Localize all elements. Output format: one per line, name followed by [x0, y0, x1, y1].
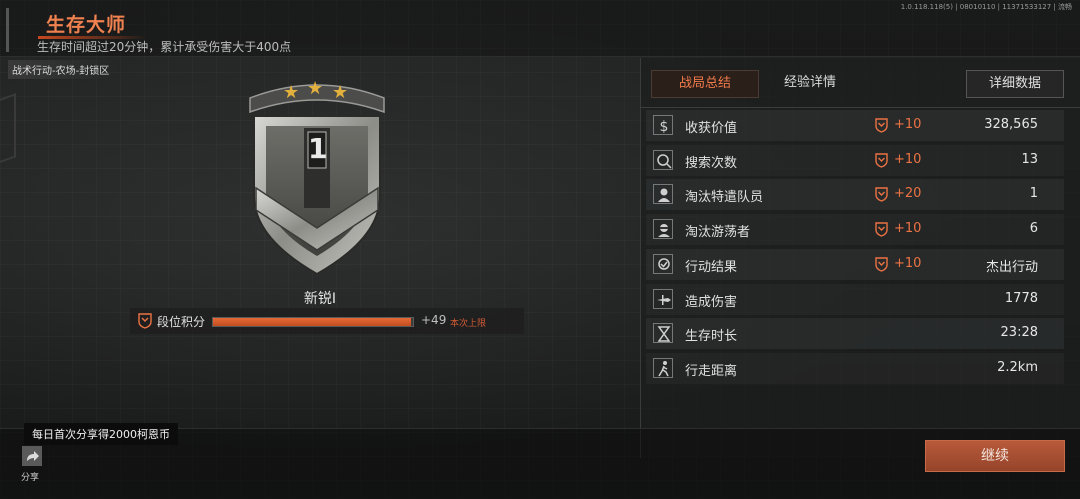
- operator-icon: [653, 184, 673, 205]
- search-icon: [653, 149, 673, 170]
- stat-row: 行动结果 +10 杰出行动: [646, 248, 1064, 280]
- stat-value: 1: [1029, 186, 1038, 202]
- rank-cap-note: 本次上限: [450, 319, 487, 329]
- decorative-bracket: [0, 93, 16, 163]
- stat-row: 淘汰游荡者 +10 6: [646, 214, 1064, 246]
- walking-icon: [653, 357, 673, 378]
- bonus-shield-icon: [875, 187, 888, 203]
- stat-row: 淘汰特遣队员 +20 1: [646, 179, 1064, 211]
- stat-row: 生存时长 23:28: [646, 318, 1064, 350]
- bonus-shield-icon: [875, 257, 888, 272]
- tabs-divider: [640, 107, 1080, 108]
- stat-bonus: +10: [894, 221, 922, 237]
- achievement-description: 生存时间超过20分钟，累计承受伤害大于400点: [37, 40, 292, 54]
- stat-label: 淘汰游荡者: [685, 225, 751, 241]
- share-reward-tip: 每日首次分享得2000柯恩币: [24, 423, 178, 445]
- rank-badge-number: 1: [308, 132, 328, 165]
- stat-row: 造成伤害 1778: [646, 283, 1064, 315]
- rank-name: 新锐I: [303, 291, 337, 307]
- hourglass-icon: [653, 323, 673, 344]
- tab-experience[interactable]: 经验详情: [760, 70, 860, 96]
- rank-progress-fill: [213, 318, 411, 326]
- stat-bonus: +10: [894, 255, 922, 271]
- rank-points-icon: [138, 313, 152, 329]
- achievement-title: 生存大师: [46, 14, 127, 36]
- bandit-icon: [653, 219, 673, 240]
- stat-value: 23:28: [1000, 325, 1038, 341]
- stat-label: 行动结果: [685, 259, 738, 275]
- stat-value: 杰出行动: [985, 259, 1038, 275]
- share-button[interactable]: 分享: [20, 446, 46, 488]
- stat-label: 造成伤害: [685, 294, 738, 310]
- stat-row: $ 收获价值 +10 328,565: [646, 110, 1064, 141]
- stat-value: 13: [1021, 151, 1038, 167]
- stat-value: 6: [1029, 221, 1038, 237]
- stat-bonus: +10: [894, 151, 922, 167]
- star-icon: ★: [332, 82, 349, 103]
- stat-row: 搜索次数 +10 13: [646, 144, 1064, 176]
- version-info: 1.0.118.118(5) | 08010110 | 11371533127 …: [900, 3, 1072, 11]
- mission-location: 战术行动-农场-封锁区: [8, 60, 118, 79]
- stat-bonus: +10: [894, 117, 922, 132]
- continue-button[interactable]: 继续: [925, 440, 1065, 472]
- rank-points-gain: +49: [421, 313, 447, 327]
- stat-label: 淘汰特遣队员: [685, 190, 764, 206]
- star-icon: ★: [283, 82, 300, 103]
- stat-label: 收获价值: [685, 121, 738, 136]
- bonus-shield-icon: [875, 222, 888, 237]
- title-accent-bar: [6, 8, 9, 52]
- share-label: 分享: [21, 473, 40, 483]
- bonus-shield-icon: [875, 118, 888, 133]
- rank-points-row: 段位积分 +49 本次上限: [130, 308, 524, 334]
- stat-label: 行走距离: [685, 363, 738, 379]
- rank-badge: [249, 84, 385, 276]
- result-icon: [653, 253, 673, 274]
- tab-summary[interactable]: 战局总结: [651, 70, 759, 98]
- rank-points-label: 段位积分: [157, 315, 206, 329]
- share-icon: [22, 446, 42, 466]
- rank-progress-bar: [212, 317, 414, 327]
- svg-text:$: $: [660, 119, 669, 135]
- damage-icon: [653, 288, 673, 309]
- stat-value: 1778: [1004, 290, 1038, 306]
- stat-row: 行走距离 2.2km: [646, 352, 1064, 384]
- star-icon: ★: [307, 78, 324, 99]
- stat-label: 搜索次数: [685, 155, 738, 171]
- stat-label: 生存时长: [685, 329, 738, 345]
- stat-value: 328,565: [984, 117, 1038, 132]
- stat-value: 2.2km: [997, 359, 1038, 375]
- detail-data-button[interactable]: 详细数据: [966, 70, 1064, 98]
- stat-bonus: +20: [894, 186, 922, 202]
- bonus-shield-icon: [875, 152, 888, 168]
- dollar-icon: $: [653, 115, 673, 135]
